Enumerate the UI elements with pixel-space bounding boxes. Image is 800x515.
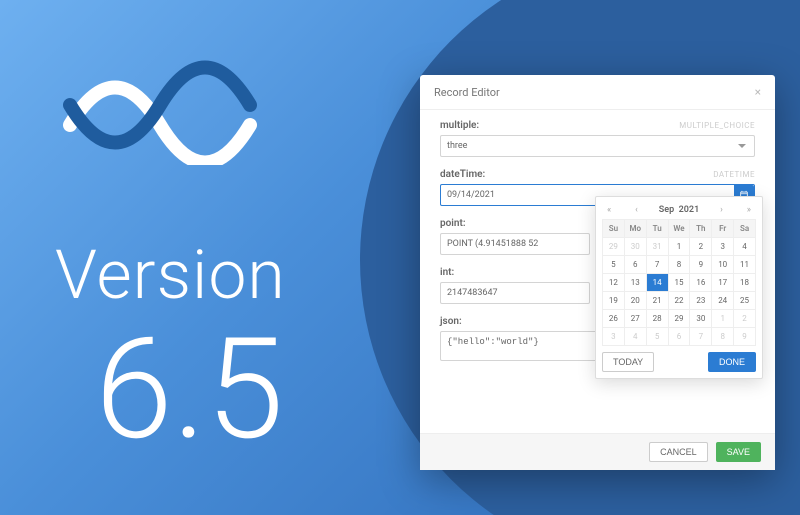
cal-day[interactable]: 4: [624, 328, 646, 346]
calendar-today-button[interactable]: TODAY: [602, 352, 654, 372]
cal-prev-month[interactable]: ‹: [632, 205, 641, 215]
cal-day[interactable]: 7: [646, 256, 668, 274]
cal-day[interactable]: 11: [734, 256, 756, 274]
point-input[interactable]: POINT (4.91451888 52: [440, 233, 590, 255]
calendar-done-button[interactable]: DONE: [708, 352, 756, 372]
datetime-value: 09/14/2021: [447, 190, 495, 200]
cal-day[interactable]: 3: [712, 238, 734, 256]
cal-dow-header: Sa: [734, 220, 756, 238]
cal-day[interactable]: 2: [690, 238, 712, 256]
cal-dow-header: Su: [603, 220, 625, 238]
cal-day[interactable]: 27: [624, 310, 646, 328]
cal-day[interactable]: 9: [734, 328, 756, 346]
cal-day[interactable]: 28: [646, 310, 668, 328]
field-label-json: json:: [440, 316, 462, 327]
product-logo: [60, 55, 260, 169]
field-label-datetime: dateTime:: [440, 169, 485, 180]
cal-day[interactable]: 18: [734, 274, 756, 292]
field-type-datetime: DATETIME: [713, 170, 755, 179]
cal-day[interactable]: 15: [668, 274, 690, 292]
int-value: 2147483647: [447, 288, 498, 298]
cal-day[interactable]: 14: [646, 274, 668, 292]
cal-day[interactable]: 9: [690, 256, 712, 274]
field-label-point: point:: [440, 218, 466, 229]
cal-dow-header: Fr: [712, 220, 734, 238]
cal-day[interactable]: 17: [712, 274, 734, 292]
int-input[interactable]: 2147483647: [440, 282, 590, 304]
cal-day[interactable]: 2: [734, 310, 756, 328]
cal-month-label: Sep 2021: [659, 205, 699, 215]
cal-day[interactable]: 6: [624, 256, 646, 274]
version-number: 6.5: [95, 320, 284, 460]
cal-day[interactable]: 19: [603, 292, 625, 310]
cal-day[interactable]: 10: [712, 256, 734, 274]
cal-day[interactable]: 6: [668, 328, 690, 346]
cal-day[interactable]: 21: [646, 292, 668, 310]
cal-day[interactable]: 22: [668, 292, 690, 310]
field-label-int: int:: [440, 267, 454, 278]
cal-dow-header: Mo: [624, 220, 646, 238]
cal-day[interactable]: 30: [690, 310, 712, 328]
cal-day[interactable]: 5: [603, 256, 625, 274]
cal-day[interactable]: 8: [668, 256, 690, 274]
cal-dow-header: Th: [690, 220, 712, 238]
version-label: Version: [55, 235, 286, 315]
cancel-button[interactable]: CANCEL: [649, 442, 708, 462]
cal-day[interactable]: 31: [646, 238, 668, 256]
cal-day[interactable]: 23: [690, 292, 712, 310]
save-button[interactable]: SAVE: [716, 442, 761, 462]
cal-day[interactable]: 8: [712, 328, 734, 346]
field-type-multiple: MULTIPLE_CHOICE: [679, 121, 755, 130]
calendar-popover: « ‹ Sep 2021 › » SuMoTuWeThFrSa 29303112…: [595, 196, 763, 379]
modal-title: Record Editor: [434, 86, 500, 99]
cal-day[interactable]: 30: [624, 238, 646, 256]
cal-day[interactable]: 29: [668, 310, 690, 328]
cal-day[interactable]: 12: [603, 274, 625, 292]
cal-prev-year[interactable]: «: [604, 205, 614, 215]
cal-dow-header: Tu: [646, 220, 668, 238]
multiple-value: three: [447, 141, 467, 151]
cal-day[interactable]: 1: [712, 310, 734, 328]
cal-day[interactable]: 20: [624, 292, 646, 310]
cal-day[interactable]: 29: [603, 238, 625, 256]
json-value: {"hello":"world"}: [447, 337, 539, 347]
record-editor-modal: Record Editor × multiple: MULTIPLE_CHOIC…: [420, 75, 775, 470]
cal-next-month[interactable]: ›: [717, 205, 726, 215]
cal-dow-header: We: [668, 220, 690, 238]
cal-day[interactable]: 16: [690, 274, 712, 292]
cal-day[interactable]: 7: [690, 328, 712, 346]
cal-day[interactable]: 24: [712, 292, 734, 310]
cal-day[interactable]: 3: [603, 328, 625, 346]
close-icon[interactable]: ×: [755, 85, 761, 99]
cal-next-year[interactable]: »: [744, 205, 754, 215]
cal-day[interactable]: 5: [646, 328, 668, 346]
cal-day[interactable]: 4: [734, 238, 756, 256]
multiple-select[interactable]: three: [440, 135, 755, 157]
point-value: POINT (4.91451888 52: [447, 239, 538, 249]
calendar-grid: SuMoTuWeThFrSa 2930311234567891011121314…: [602, 219, 756, 346]
field-label-multiple: multiple:: [440, 120, 479, 131]
cal-day[interactable]: 13: [624, 274, 646, 292]
cal-day[interactable]: 25: [734, 292, 756, 310]
cal-day[interactable]: 26: [603, 310, 625, 328]
cal-day[interactable]: 1: [668, 238, 690, 256]
